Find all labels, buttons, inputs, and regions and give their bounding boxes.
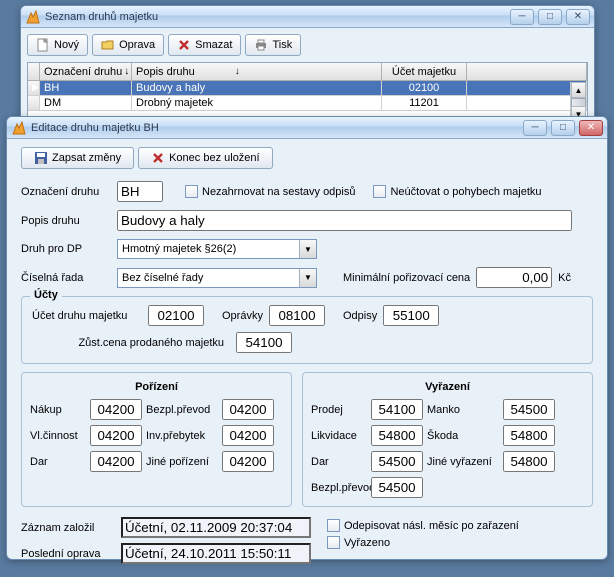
checkbox-icon	[327, 536, 340, 549]
neuctovat-checkbox[interactable]: Neúčtovat o pohybech majetku	[373, 185, 541, 198]
vyr-jine-field[interactable]	[503, 451, 555, 472]
row-marker: ▶	[28, 81, 40, 95]
popis-label: Popis druhu	[21, 215, 111, 227]
minporiz-field[interactable]	[476, 267, 552, 288]
por-bezpl-field[interactable]	[222, 399, 274, 420]
edit-label: Oprava	[119, 39, 155, 51]
kc-label: Kč	[558, 272, 571, 284]
print-button[interactable]: Tisk	[245, 34, 301, 56]
new-label: Nový	[54, 39, 79, 51]
checkbox-icon	[185, 185, 198, 198]
oznaceni-field[interactable]	[117, 181, 163, 202]
popis-field[interactable]	[117, 210, 572, 231]
checkbox-icon	[373, 185, 386, 198]
cancel-button[interactable]: Konec bez uložení	[138, 147, 273, 169]
ucetdruhu-label: Účet druhu majetku	[32, 310, 142, 322]
ciselna-label: Číselná řada	[21, 272, 111, 284]
por-vlcin-field[interactable]	[90, 425, 142, 446]
grid-col1-header[interactable]: Označení druhu↓	[40, 63, 132, 80]
nezahrnovat-checkbox[interactable]: Nezahrnovat na sestavy odpisů	[185, 185, 355, 198]
win2-close-button[interactable]: ✕	[579, 120, 603, 136]
posledni-label: Poslední oprava	[21, 548, 115, 560]
zaznam-label: Záznam založil	[21, 522, 115, 534]
scroll-up-button[interactable]: ▲	[571, 82, 586, 98]
cancel-label: Konec bez uložení	[169, 152, 260, 164]
zaznam-field	[121, 517, 311, 538]
por-dar-field[interactable]	[90, 451, 142, 472]
delete-icon	[177, 38, 191, 52]
porizeni-title: Pořízení	[30, 381, 283, 393]
odpisy-field[interactable]	[383, 305, 439, 326]
vyr-bezpl-field[interactable]	[371, 477, 423, 498]
win1-titlebar[interactable]: Seznam druhů majetku ─ □ ✕	[21, 6, 594, 28]
vyr-manko-field[interactable]	[503, 399, 555, 420]
ucty-group-title: Účty	[30, 289, 62, 301]
posledni-field	[121, 543, 311, 564]
print-label: Tisk	[272, 39, 292, 51]
app-icon	[11, 120, 27, 136]
por-invpr-field[interactable]	[222, 425, 274, 446]
new-button[interactable]: Nový	[27, 34, 88, 56]
minporiz-label: Minimální pořizovací cena	[343, 272, 470, 284]
ucetdruhu-field[interactable]	[148, 305, 204, 326]
win1-close-button[interactable]: ✕	[566, 9, 590, 25]
checkbox-icon	[327, 519, 340, 532]
win2-minimize-button[interactable]: ─	[523, 120, 547, 136]
opravky-field[interactable]	[269, 305, 325, 326]
table-row[interactable]: DM Drobný majetek 11201	[28, 96, 587, 111]
win2-maximize-button[interactable]: □	[551, 120, 575, 136]
opravky-label: Oprávky	[222, 310, 263, 322]
edit-button[interactable]: Oprava	[92, 34, 164, 56]
vyr-likv-field[interactable]	[371, 425, 423, 446]
druhdp-label: Druh pro DP	[21, 243, 111, 255]
grid-header: Označení druhu↓ Popis druhu↓ Účet majetk…	[28, 63, 587, 81]
zustcena-field[interactable]	[236, 332, 292, 353]
cancel-icon	[151, 151, 165, 165]
vyrazeno-checkbox[interactable]: Vyřazeno	[327, 536, 519, 549]
vyr-prodej-field[interactable]	[371, 399, 423, 420]
ciselna-combo[interactable]: ▼	[117, 268, 317, 288]
save-label: Zapsat změny	[52, 152, 121, 164]
por-jine-field[interactable]	[222, 451, 274, 472]
odepisovat-checkbox[interactable]: Odepisovat násl. měsíc po zařazení	[327, 519, 519, 532]
print-icon	[254, 38, 268, 52]
win2-title: Editace druhu majetku BH	[31, 122, 523, 134]
vyrazeni-title: Vyřazení	[311, 381, 584, 393]
oznaceni-label: Označení druhu	[21, 186, 111, 198]
folder-open-icon	[101, 38, 115, 52]
zustcena-label: Zůst.cena prodaného majetku	[32, 337, 230, 349]
win1-toolbar: Nový Oprava Smazat Tisk	[21, 28, 594, 62]
win2-titlebar[interactable]: Editace druhu majetku BH ─ □ ✕	[7, 117, 607, 139]
save-icon	[34, 151, 48, 165]
grid-col2-header[interactable]: Popis druhu↓	[132, 63, 382, 80]
vyr-dar-field[interactable]	[371, 451, 423, 472]
win1-minimize-button[interactable]: ─	[510, 9, 534, 25]
table-row[interactable]: ▶ BH Budovy a haly 02100	[28, 81, 587, 96]
por-nakup-field[interactable]	[90, 399, 142, 420]
win1-title: Seznam druhů majetku	[45, 11, 510, 23]
grid-col3-header[interactable]: Účet majetku	[382, 63, 467, 80]
chevron-down-icon[interactable]: ▼	[299, 269, 316, 287]
delete-label: Smazat	[195, 39, 232, 51]
new-icon	[36, 38, 50, 52]
save-button[interactable]: Zapsat změny	[21, 147, 134, 169]
vyr-skoda-field[interactable]	[503, 425, 555, 446]
app-icon	[25, 9, 41, 25]
win1-maximize-button[interactable]: □	[538, 9, 562, 25]
odpisy-label: Odpisy	[343, 310, 377, 322]
delete-button[interactable]: Smazat	[168, 34, 241, 56]
chevron-down-icon[interactable]: ▼	[299, 240, 316, 258]
druhdp-combo[interactable]: ▼	[117, 239, 317, 259]
